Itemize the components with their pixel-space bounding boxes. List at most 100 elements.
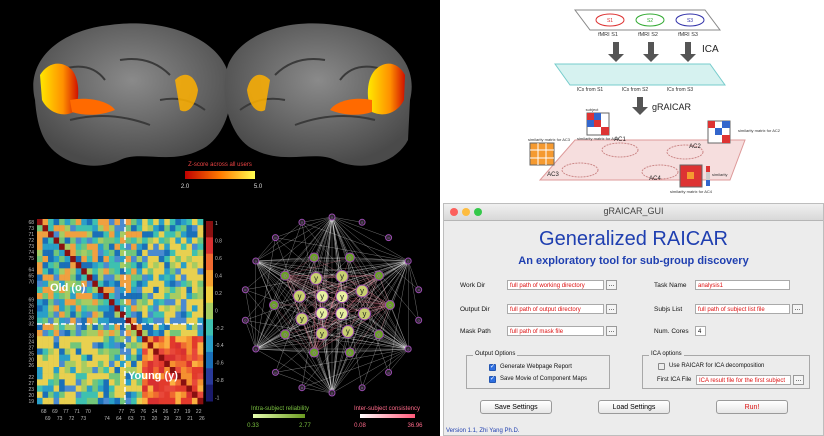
first-ica-browse-button[interactable]: ... xyxy=(793,375,804,385)
heatmap-cell xyxy=(136,274,143,281)
heatmap-cell xyxy=(131,286,137,294)
heatmap-cell xyxy=(75,268,82,275)
heatmap-cell xyxy=(197,397,204,405)
heatmap-cell xyxy=(197,373,204,380)
heatmap-colorbar-tick: 0.4 xyxy=(215,273,222,279)
heatmap-cell xyxy=(103,397,110,405)
work-dir-field[interactable]: full path of working directory xyxy=(507,280,604,290)
heatmap-cell xyxy=(92,360,99,368)
heatmap-cell xyxy=(180,348,187,355)
run-button[interactable]: Run! xyxy=(716,400,788,414)
heatmap-cell xyxy=(48,342,54,349)
heatmap-cell xyxy=(97,367,104,374)
num-cores-field[interactable]: 4 xyxy=(695,326,706,336)
heatmap-cell xyxy=(42,330,49,337)
legend-intra-bar xyxy=(253,414,305,418)
heatmap-cell xyxy=(37,379,43,386)
heatmap-cell xyxy=(114,311,121,318)
heatmap-cell xyxy=(97,342,104,349)
heatmap-cell xyxy=(86,262,93,269)
heatmap-cell xyxy=(59,342,65,349)
mask-path-field[interactable]: full path of mask file xyxy=(507,326,604,336)
heatmap-cell xyxy=(108,385,115,392)
heatmap-cell xyxy=(75,336,82,343)
network-node-label: o xyxy=(255,258,257,263)
save-movie-checkbox[interactable] xyxy=(489,375,496,383)
heatmap-cell xyxy=(180,249,187,257)
heatmap-cell xyxy=(70,342,77,349)
heatmap-cell xyxy=(92,373,99,380)
heatmap-cell xyxy=(180,237,187,244)
heatmap-cell xyxy=(180,231,187,238)
heatmap-cell xyxy=(81,237,88,244)
heatmap-cell xyxy=(164,391,171,399)
heatmap-cell xyxy=(81,249,88,257)
heatmap-cell xyxy=(70,360,77,368)
heatmap-cell xyxy=(136,225,143,232)
heatmap-col-tick: 22 xyxy=(196,409,202,415)
save-settings-button[interactable]: Save Settings xyxy=(480,400,552,414)
heatmap-cell xyxy=(92,379,99,386)
heatmap-cell xyxy=(103,311,110,318)
heatmap-cell xyxy=(125,237,132,244)
heatmap-cell xyxy=(37,231,43,238)
heatmap-cell xyxy=(42,231,49,238)
heatmap-cell xyxy=(59,317,65,325)
heatmap-cell xyxy=(64,219,71,226)
heatmap-cell xyxy=(147,360,154,368)
heatmap-cell xyxy=(59,373,65,380)
heatmap-cell xyxy=(64,330,71,337)
heatmap-cell xyxy=(81,342,88,349)
heatmap-row-tick: 19 xyxy=(28,399,34,405)
heatmap-cell xyxy=(158,397,165,405)
heatmap-cell xyxy=(153,256,160,263)
heatmap-cell xyxy=(59,249,65,257)
heatmap-cell xyxy=(37,342,43,349)
heatmap-cell xyxy=(164,317,171,325)
first-ica-field[interactable]: ICA result file for the first subject xyxy=(696,375,791,385)
task-name-field[interactable]: analysis1 xyxy=(695,280,790,290)
heatmap-cell xyxy=(75,373,82,380)
network-node-label: o xyxy=(244,287,246,292)
output-dir-field[interactable]: full path of output directory xyxy=(507,304,604,314)
heatmap-cell xyxy=(42,274,49,281)
heatmap-cell xyxy=(164,385,171,392)
heatmap-cell xyxy=(97,280,104,288)
network-node-label: o xyxy=(387,370,389,375)
heatmap-cell xyxy=(64,379,71,386)
output-dir-browse-button[interactable]: ... xyxy=(606,304,617,314)
heatmap-cell xyxy=(70,311,77,318)
heatmap-cell xyxy=(42,225,49,232)
heatmap-colorbar-segment xyxy=(206,286,213,304)
load-settings-button[interactable]: Load Settings xyxy=(598,400,670,414)
heatmap-cell xyxy=(142,391,148,399)
heatmap-cell xyxy=(147,391,154,399)
output-options-title: Output Options xyxy=(473,351,518,357)
heatmap-cell xyxy=(180,299,187,306)
heatmap-cell xyxy=(103,379,110,386)
heatmap-cell xyxy=(158,249,165,257)
heatmap-cell xyxy=(53,354,60,362)
heatmap-cell xyxy=(81,268,88,275)
heatmap-cell xyxy=(125,397,132,405)
heatmap-cell xyxy=(64,305,71,312)
heatmap-cell xyxy=(81,231,88,238)
mask-path-browse-button[interactable]: ... xyxy=(606,326,617,336)
heatmap-cell xyxy=(75,262,82,269)
heatmap-cell xyxy=(70,274,77,281)
heatmap-cell xyxy=(197,385,204,392)
heatmap-cell xyxy=(59,256,65,263)
subjs-list-field[interactable]: full path of subject list file xyxy=(695,304,790,314)
use-raicar-checkbox[interactable] xyxy=(658,363,665,370)
heatmap-cell xyxy=(197,280,204,288)
heatmap-cell xyxy=(158,243,165,251)
heatmap-cell xyxy=(37,225,43,232)
work-dir-browse-button[interactable]: ... xyxy=(606,280,617,290)
generate-report-checkbox[interactable] xyxy=(489,363,496,371)
heatmap-cell xyxy=(92,299,99,306)
heatmap-cell xyxy=(164,219,171,226)
heatmap-cell xyxy=(75,237,82,244)
heatmap-cell xyxy=(153,268,160,275)
subjs-list-browse-button[interactable]: ... xyxy=(792,304,803,314)
heatmap-cell xyxy=(81,299,88,306)
